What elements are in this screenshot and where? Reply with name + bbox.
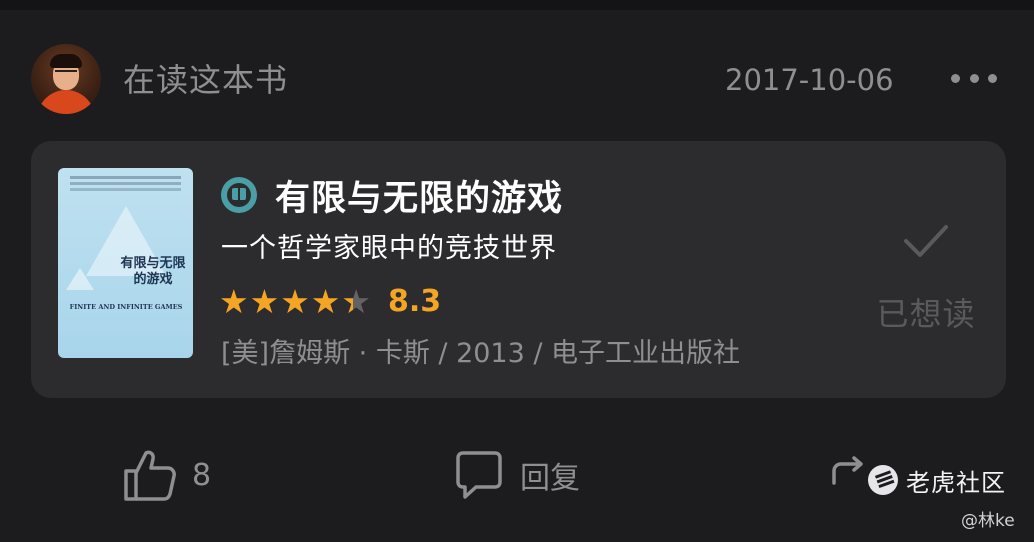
cover-title: 有限与无限的游戏 — [120, 256, 186, 287]
avatar[interactable] — [31, 44, 101, 114]
activity-feed-item: 在读这本书 2017-10-06 有限与无限的游戏 FINITE AND INF… — [0, 0, 1034, 542]
more-dot-icon — [969, 73, 979, 83]
book-subtitle: 一个哲学家眼中的竞技世界 — [221, 233, 557, 264]
comment-bubble-icon — [456, 451, 502, 499]
book-icon — [221, 177, 257, 213]
watermark: 老虎社区 — [868, 460, 1006, 500]
book-title[interactable]: 有限与无限的游戏 — [275, 170, 563, 221]
reply-label: 回复 — [520, 461, 580, 496]
checkmark-icon — [904, 225, 948, 257]
book-title-row: 有限与无限的游戏 — [221, 173, 563, 219]
star-full-icon: ★ — [280, 281, 310, 321]
book-card[interactable]: 有限与无限的游戏 FINITE AND INFINITE GAMES 有限与无限… — [31, 141, 1006, 398]
star-full-icon: ★ — [249, 281, 280, 321]
tiger-logo-icon — [868, 465, 898, 495]
repost-icon — [832, 456, 863, 485]
book-cover[interactable]: 有限与无限的游戏 FINITE AND INFINITE GAMES — [58, 168, 193, 358]
post-date: 2017-10-06 — [725, 63, 894, 97]
repost-button[interactable] — [828, 445, 872, 505]
watermark-brand: 老虎社区 — [906, 468, 1006, 497]
more-dot-icon — [951, 73, 960, 83]
want-to-read-button[interactable]: 已想读 — [866, 211, 986, 341]
star-full-icon: ★ — [310, 281, 341, 321]
like-button[interactable]: 8 — [122, 445, 211, 505]
reply-button[interactable]: 回复 — [452, 445, 580, 505]
rating-score: 8.3 — [387, 283, 442, 319]
activity-text: 在读这本书 — [123, 61, 289, 99]
star-full-icon: ★ — [219, 281, 249, 321]
more-options-button[interactable] — [951, 66, 997, 90]
thumbs-up-icon — [124, 450, 176, 501]
top-divider — [0, 0, 1034, 10]
cover-english-title: FINITE AND INFINITE GAMES — [69, 303, 183, 311]
book-meta: [美]詹姆斯 · 卡斯 / 2013 / 电子工业出版社 — [221, 338, 741, 369]
book-rating: ★ ★ ★ ★ ★ 8.3 — [219, 281, 441, 321]
more-dot-icon — [988, 73, 997, 83]
want-to-read-label: 已想读 — [876, 295, 976, 333]
star-half-icon: ★ — [341, 281, 371, 321]
like-count: 8 — [192, 457, 212, 493]
watermark-credit: @林ke — [961, 511, 1015, 531]
